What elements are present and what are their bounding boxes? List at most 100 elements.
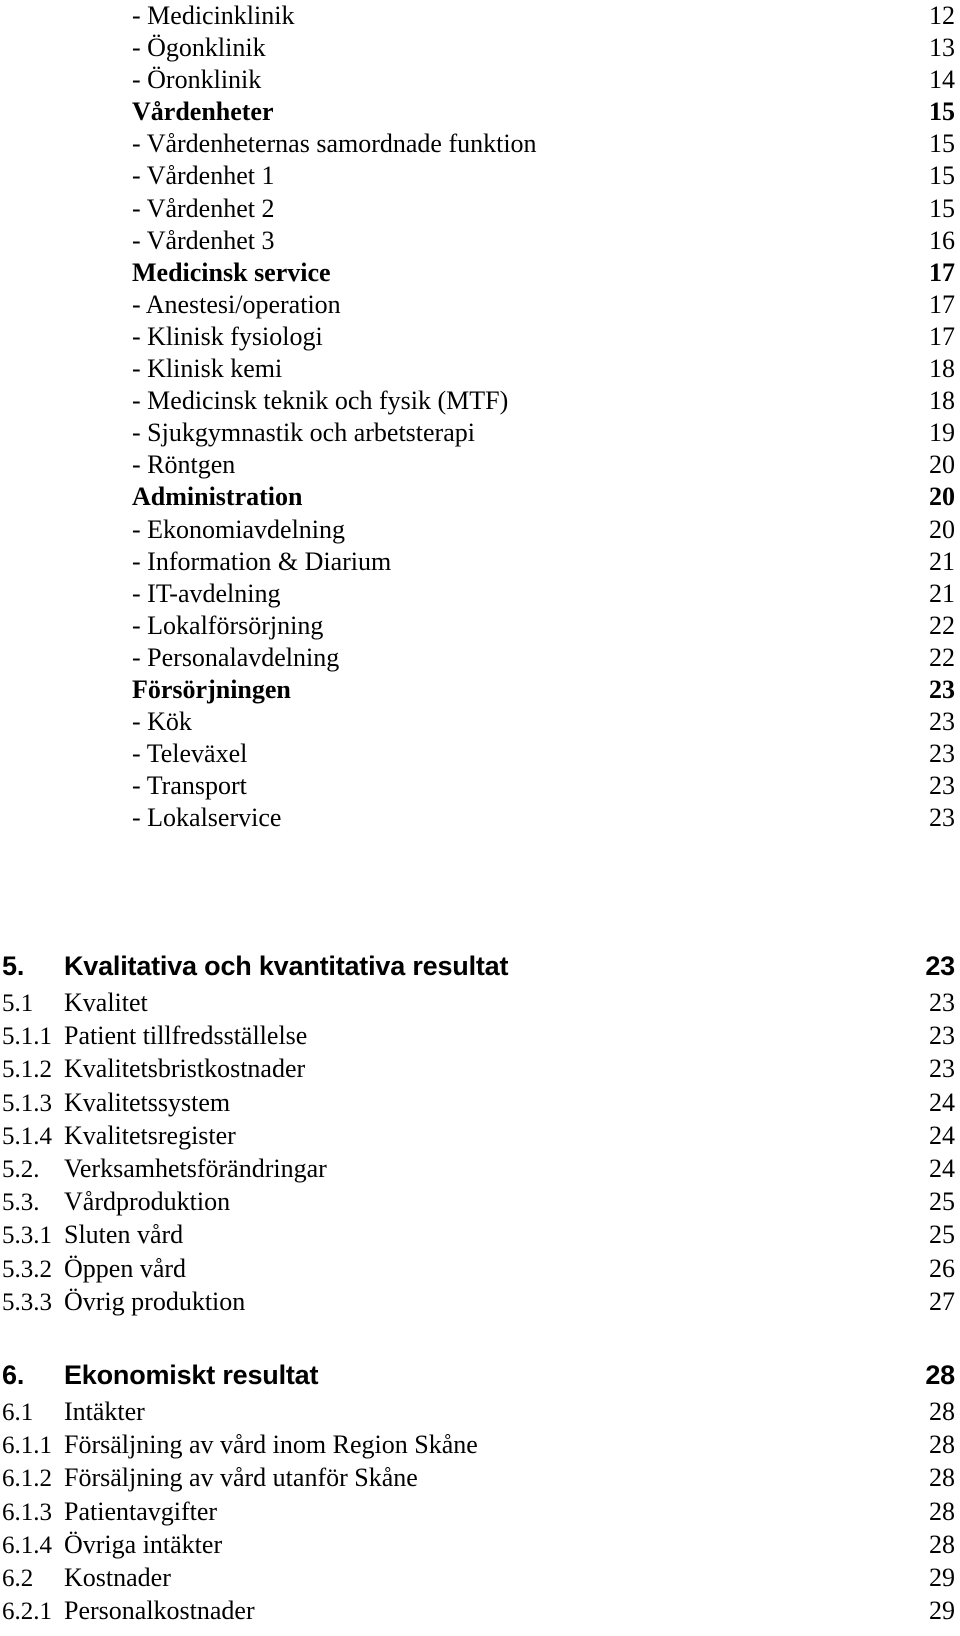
toc-entry-page-number: 23 <box>929 803 955 833</box>
toc-section-page-number: 23 <box>925 951 955 981</box>
toc-subsection-row[interactable]: 6.2.1 Personalkostnader 29 <box>0 1594 960 1627</box>
toc-section-heading-row[interactable]: 5. Kvalitativa och kvantitativa resultat 2… <box>0 946 960 986</box>
toc-section-number: 5.3. <box>2 1189 40 1217</box>
toc-entry-label: - Personalavdelning <box>132 642 340 672</box>
toc-entry-page-number: 14 <box>929 65 955 95</box>
toc-entry-row[interactable]: - Anestesi/operation 17 <box>0 289 960 321</box>
toc-section-page-number: 28 <box>929 1529 955 1559</box>
toc-entry-page-number: 18 <box>929 354 955 384</box>
toc-entry-row[interactable]: - Personalavdelning 22 <box>0 642 960 674</box>
toc-entry-page-number: 16 <box>929 225 955 255</box>
toc-subsection-row[interactable]: 5.1 Kvalitet 23 <box>0 986 960 1019</box>
toc-section-title: Personalkostnader <box>64 1596 255 1626</box>
toc-entry-row[interactable]: - Sjukgymnastik och arbetsterapi 19 <box>0 417 960 449</box>
toc-section-number: 6.2.1 <box>2 1598 52 1626</box>
toc-entry-label: - Transport <box>132 771 247 801</box>
toc-subsection-row[interactable]: 5.3.2 Öppen vård 26 <box>0 1252 960 1285</box>
toc-entry-row[interactable]: - IT-avdelning 21 <box>0 578 960 610</box>
toc-subsection-row[interactable]: 5.1.3 Kvalitetssystem 24 <box>0 1086 960 1119</box>
toc-section-number: 6.1 <box>2 1399 34 1426</box>
toc-entry-label: Försörjningen <box>132 674 291 704</box>
toc-subsection-row[interactable]: 6.1.2 Försäljning av vård utanför Skåne 28 <box>0 1461 960 1494</box>
toc-section-page-number: 24 <box>929 1153 955 1183</box>
toc-entry-label: - Öronklinik <box>132 65 262 95</box>
toc-group-row[interactable]: Administration 20 <box>0 481 960 513</box>
toc-entry-page-number: 18 <box>929 386 955 416</box>
toc-subsection-row[interactable]: 6.1 Intäkter 28 <box>0 1395 960 1428</box>
toc-section-heading-row[interactable]: 6. Ekonomiskt resultat 28 <box>0 1355 960 1395</box>
toc-entry-row[interactable]: - Lokalförsörjning 22 <box>0 610 960 642</box>
toc-entry-label: - Klinisk kemi <box>132 354 283 384</box>
toc-subsection-row[interactable]: 5.1.4 Kvalitetsregister 24 <box>0 1119 960 1152</box>
toc-entry-row[interactable]: - Vårdenhet 3 16 <box>0 225 960 257</box>
toc-group-row[interactable]: Försörjningen 23 <box>0 674 960 706</box>
toc-subsection-row[interactable]: 5.3.1 Sluten vård 25 <box>0 1218 960 1251</box>
toc-section-title: Ekonomiskt resultat <box>64 1360 319 1390</box>
toc-entry-row[interactable]: - Vårdenhet 1 15 <box>0 160 960 192</box>
toc-entry-label: - Vårdenhet 1 <box>132 161 275 191</box>
toc-subsection-row[interactable]: 6.1.3 Patientavgifter 28 <box>0 1495 960 1528</box>
toc-entry-page-number: 22 <box>929 610 955 640</box>
toc-section-number: 5. <box>2 951 25 981</box>
toc-entry-row[interactable]: - Vårdenheternas samordnade funktion 15 <box>0 128 960 160</box>
toc-subsection-row[interactable]: 5.1.2 Kvalitetsbristkostnader 23 <box>0 1052 960 1085</box>
toc-entry-row[interactable]: - Vårdenhet 2 15 <box>0 193 960 225</box>
toc-entry-page-number: 23 <box>929 739 955 769</box>
toc-section-title: Öppen vård <box>64 1253 187 1283</box>
toc-subsection-row[interactable]: 6.1.4 Övriga intäkter 28 <box>0 1528 960 1561</box>
toc-page: - Medicinklinik 12- Ögonklinik 13- Öronkli… <box>0 0 960 1636</box>
toc-entry-row[interactable]: - Öronklinik 14 <box>0 64 960 96</box>
toc-section-number: 5.3.1 <box>2 1222 52 1250</box>
toc-subsection-row[interactable]: 6.1.1 Försäljning av vård inom Region Skå… <box>0 1428 960 1461</box>
toc-section-title: Patientavgifter <box>64 1496 218 1526</box>
toc-entry-page-number: 19 <box>929 418 955 448</box>
toc-entry-row[interactable]: - Medicinsk teknik och fysik (MTF) 18 <box>0 385 960 417</box>
toc-entry-label: - Kök <box>132 707 192 737</box>
toc-entry-page-number: 20 <box>929 482 955 512</box>
toc-section-number: 5.1.1 <box>2 1023 52 1051</box>
toc-section-page-number: 23 <box>929 1054 955 1084</box>
toc-entry-row[interactable]: - Klinisk kemi 18 <box>0 353 960 385</box>
toc-entry-label: - Lokalförsörjning <box>132 610 324 640</box>
toc-section-title: Kvalitetsregister <box>64 1120 236 1150</box>
toc-section-title: Kvalitet <box>64 988 148 1017</box>
toc-entry-row[interactable]: - Kök 23 <box>0 706 960 738</box>
toc-entry-page-number: 15 <box>929 193 955 223</box>
toc-subsection-row[interactable]: 5.3.3 Övrig produktion 27 <box>0 1285 960 1318</box>
toc-group-row[interactable]: Medicinsk service 17 <box>0 257 960 289</box>
toc-entry-row[interactable]: - Information & Diarium 21 <box>0 546 960 578</box>
toc-section-page-number: 28 <box>929 1496 955 1526</box>
toc-subsection-row[interactable]: 5.3. Vårdproduktion 25 <box>0 1185 960 1218</box>
toc-entry-row[interactable]: - Medicinklinik 12 <box>0 0 960 32</box>
toc-entry-row[interactable]: - Röntgen 20 <box>0 449 960 481</box>
toc-entry-label: - Vårdenhet 2 <box>132 193 275 223</box>
toc-entry-label: - Lokalservice <box>132 803 282 833</box>
toc-entry-label: Medicinsk service <box>132 257 331 287</box>
toc-entry-page-number: 12 <box>929 1 955 30</box>
toc-section-number: 5.1 <box>2 990 34 1017</box>
toc-section-number: 5.3.3 <box>2 1288 52 1316</box>
section-5-block: 5. Kvalitativa och kvantitativa resultat 2… <box>0 946 960 1318</box>
toc-entry-row[interactable]: - Televäxel 23 <box>0 738 960 770</box>
toc-entry-page-number: 21 <box>929 578 955 608</box>
toc-section-title: Kvalitetsbristkostnader <box>64 1054 306 1084</box>
toc-subsection-row[interactable]: 5.1.1 Patient tillfredsställelse 23 <box>0 1019 960 1052</box>
toc-entry-row[interactable]: - Ekonomiavdelning 20 <box>0 514 960 546</box>
toc-section-number: 5.3.2 <box>2 1255 52 1283</box>
toc-entry-page-number: 15 <box>929 129 955 159</box>
toc-entry-row[interactable]: - Ögonklinik 13 <box>0 32 960 64</box>
toc-group-row[interactable]: Vårdenheter 15 <box>0 96 960 128</box>
toc-section-number: 6. <box>2 1360 25 1390</box>
toc-entry-page-number: 22 <box>929 642 955 672</box>
toc-entry-row[interactable]: - Klinisk fysiologi 17 <box>0 321 960 353</box>
toc-entry-row[interactable]: - Lokalservice 23 <box>0 802 960 834</box>
toc-entry-page-number: 20 <box>929 450 955 480</box>
toc-subsection-row[interactable]: 6.2 Kostnader 29 <box>0 1561 960 1594</box>
toc-subsection-row[interactable]: 5.2. Verksamhetsförändringar 24 <box>0 1152 960 1185</box>
toc-entry-row[interactable]: - Transport 23 <box>0 770 960 802</box>
toc-section-number: 5.1.2 <box>2 1056 52 1084</box>
toc-section-number: 6.1.3 <box>2 1498 52 1526</box>
toc-section-page-number: 25 <box>929 1187 955 1217</box>
toc-entry-label: - Medicinsk teknik och fysik (MTF) <box>132 386 509 416</box>
toc-section-title: Vårdproduktion <box>64 1187 231 1217</box>
